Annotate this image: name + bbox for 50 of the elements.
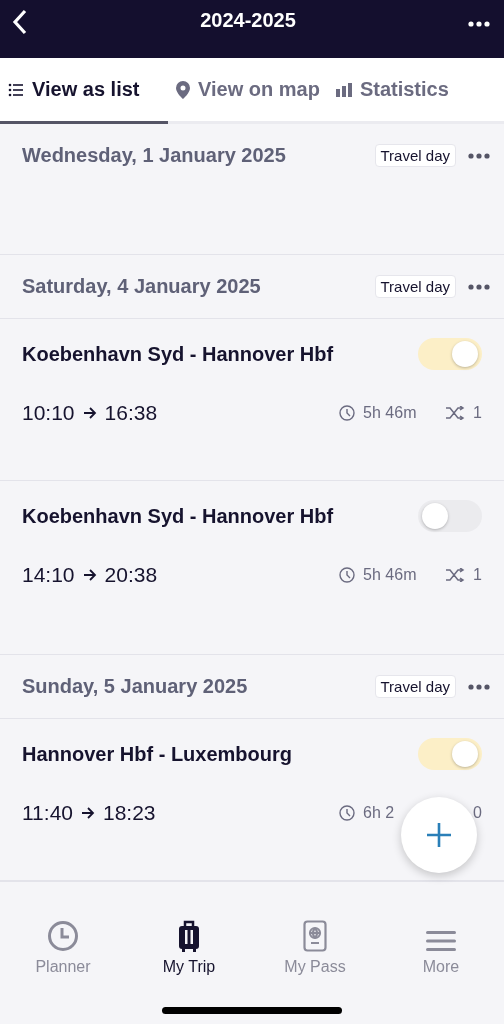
duration-text: 5h 46m bbox=[363, 566, 418, 584]
arrow-icon bbox=[81, 807, 95, 819]
toggle-switch[interactable] bbox=[418, 338, 482, 370]
arrival-time: 18:23 bbox=[103, 801, 156, 825]
day-date: Saturday, 4 January 2025 bbox=[22, 275, 262, 298]
departure-time: 10:10 bbox=[22, 401, 75, 425]
more-icon[interactable] bbox=[468, 152, 490, 159]
day-date: Wednesday, 1 January 2025 bbox=[22, 144, 287, 167]
clock-icon bbox=[339, 567, 356, 583]
more-icon[interactable] bbox=[468, 683, 490, 690]
view-tab[interactable]: Statistics bbox=[327, 58, 457, 124]
changes-count: 0 bbox=[473, 804, 482, 822]
duration-text: 5h 46m bbox=[363, 404, 418, 422]
view-tab[interactable]: View on map bbox=[168, 58, 328, 124]
view-tab[interactable]: View as list bbox=[0, 58, 168, 124]
clock-icon bbox=[47, 920, 79, 952]
back-icon[interactable] bbox=[12, 9, 28, 35]
toggle-switch[interactable] bbox=[418, 500, 482, 532]
toggle-switch[interactable] bbox=[418, 738, 482, 770]
duration-text: 6h 2 bbox=[363, 804, 396, 822]
journey-card[interactable]: Koebenhavn Syd - Hannover Hbf 14:10 20:38 5h 46m 1 bbox=[0, 480, 504, 654]
menu-icon bbox=[426, 930, 456, 952]
list-icon bbox=[8, 82, 24, 97]
journey-card[interactable]: Koebenhavn Syd - Hannover Hbf 10:10 16:38 5h 46m 1 bbox=[0, 318, 504, 480]
changes-count: 1 bbox=[473, 566, 482, 584]
departure-time: 11:40 bbox=[22, 801, 73, 825]
suitcase-icon bbox=[177, 920, 201, 952]
route-title: Hannover Hbf - Luxembourg bbox=[22, 742, 292, 766]
passport-icon bbox=[303, 920, 327, 952]
clock-icon bbox=[339, 805, 356, 821]
arrow-icon bbox=[82, 407, 97, 419]
departure-time: 14:10 bbox=[22, 563, 75, 587]
location-pin-icon bbox=[176, 80, 190, 99]
travel-day-tag: Travel day bbox=[374, 675, 456, 698]
arrival-time: 16:38 bbox=[104, 401, 158, 425]
more-icon[interactable] bbox=[468, 283, 490, 290]
plus-icon bbox=[426, 822, 452, 848]
travel-day-tag: Travel day bbox=[374, 275, 456, 298]
day-date: Sunday, 5 January 2025 bbox=[22, 675, 249, 698]
more-icon[interactable] bbox=[468, 21, 490, 27]
nav-tab[interactable]: My Trip bbox=[126, 916, 252, 976]
route-title: Koebenhavn Syd - Hannover Hbf bbox=[22, 504, 334, 528]
changes-count: 1 bbox=[473, 404, 482, 422]
bar-chart-icon bbox=[335, 82, 352, 97]
route-title: Koebenhavn Syd - Hannover Hbf bbox=[22, 342, 334, 366]
travel-day-tag: Travel day bbox=[374, 144, 456, 167]
arrival-time: 20:38 bbox=[104, 563, 158, 587]
page-title: 2024-2025 bbox=[200, 8, 296, 32]
clock-icon bbox=[339, 405, 356, 421]
arrow-icon bbox=[82, 569, 97, 581]
